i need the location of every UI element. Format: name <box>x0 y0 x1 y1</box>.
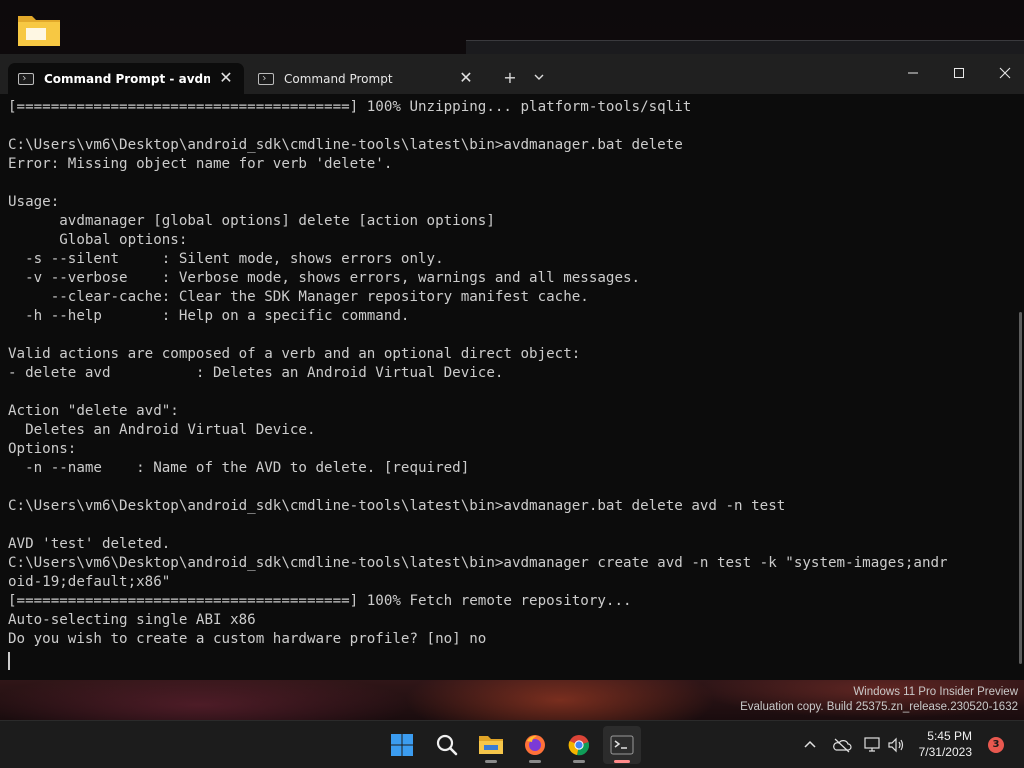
maximize-icon <box>954 68 964 78</box>
console-line: Deletes an Android Virtual Device. <box>8 422 316 438</box>
console-line: AVD 'test' deleted. <box>8 536 171 552</box>
terminal-window[interactable]: Command Prompt - avdmana ✕ Command Promp… <box>0 54 1024 680</box>
console-line: C:\Users\vm6\Desktop\android_sdk\cmdline… <box>8 137 683 153</box>
volume-icon[interactable] <box>886 735 906 755</box>
console-line: [=======================================… <box>8 593 632 609</box>
console-line: Global options: <box>8 232 188 248</box>
text-cursor <box>8 652 10 670</box>
tab-command-prompt[interactable]: Command Prompt ✕ <box>248 63 484 94</box>
close-window-button[interactable] <box>982 58 1024 88</box>
notification-badge[interactable]: 3 <box>988 737 1004 753</box>
onedrive-icon[interactable] <box>832 735 852 755</box>
console-output[interactable]: [=======================================… <box>8 98 1008 678</box>
console-line: Usage: <box>8 194 60 210</box>
console-line: C:\Users\vm6\Desktop\android_sdk\cmdline… <box>8 498 786 514</box>
tab-dropdown-button[interactable] <box>525 66 553 90</box>
console-line: -s --silent : Silent mode, shows errors … <box>8 251 444 267</box>
console-line: --clear-cache: Clear the SDK Manager rep… <box>8 289 589 305</box>
minimize-icon <box>908 72 918 74</box>
console-line: Do you wish to create a custom hardware … <box>8 631 487 647</box>
firefox-icon <box>525 735 545 755</box>
folder-icon[interactable] <box>16 10 62 50</box>
console-line: avdmanager [global options] delete [acti… <box>8 213 495 229</box>
search-button[interactable] <box>428 726 466 764</box>
close-icon <box>999 67 1011 79</box>
console-line: Options: <box>8 441 77 457</box>
console-line: -h --help : Help on a specific command. <box>8 308 410 324</box>
scrollbar[interactable] <box>1019 312 1022 664</box>
console-line: Auto-selecting single ABI x86 <box>8 612 256 628</box>
console-line: oid-19;default;x86" <box>8 574 171 590</box>
firefox-button[interactable] <box>516 726 554 764</box>
tab-label: Command Prompt - avdmana <box>44 71 210 86</box>
background-window-edge <box>466 40 1024 55</box>
clock[interactable]: 5:45 PM 7/31/2023 <box>919 728 972 760</box>
running-indicator <box>485 760 497 763</box>
watermark-line-2: Evaluation copy. Build 25375.zn_release.… <box>740 701 1018 713</box>
title-bar[interactable]: Command Prompt - avdmana ✕ Command Promp… <box>0 54 1024 94</box>
chevron-up-icon <box>804 740 816 748</box>
console-line: C:\Users\vm6\Desktop\android_sdk\cmdline… <box>8 555 948 571</box>
show-hidden-icons-button[interactable] <box>800 735 820 755</box>
network-icon[interactable] <box>863 735 883 755</box>
active-indicator <box>614 760 630 763</box>
console-line: Action "delete avd": <box>8 403 179 419</box>
command-prompt-icon <box>18 72 34 85</box>
console-line: Valid actions are composed of a verb and… <box>8 346 581 362</box>
console-line: Error: Missing object name for verb 'del… <box>8 156 393 172</box>
watermark-line-1: Windows 11 Pro Insider Preview <box>853 686 1018 698</box>
start-icon <box>391 734 413 756</box>
tab-label: Command Prompt <box>284 71 393 86</box>
terminal-icon <box>610 735 634 755</box>
clock-time: 5:45 PM <box>927 729 972 743</box>
console-line: - delete avd : Deletes an Android Virtua… <box>8 365 504 381</box>
running-indicator <box>573 760 585 763</box>
file-explorer-icon <box>479 736 503 754</box>
command-prompt-icon <box>258 72 274 85</box>
maximize-button[interactable] <box>936 58 982 88</box>
file-explorer-button[interactable] <box>472 726 510 764</box>
minimize-button[interactable] <box>890 58 936 88</box>
console-line: [=======================================… <box>8 99 692 115</box>
chevron-down-icon <box>534 74 544 80</box>
chrome-button[interactable] <box>560 726 598 764</box>
tab-command-prompt-avdmanager[interactable]: Command Prompt - avdmana ✕ <box>8 63 244 94</box>
running-indicator <box>529 760 541 763</box>
new-tab-button[interactable]: + <box>496 66 524 90</box>
clock-date: 7/31/2023 <box>918 745 972 759</box>
taskbar: 5:45 PM 7/31/2023 3 <box>0 720 1024 768</box>
chrome-icon <box>568 735 590 756</box>
close-tab-icon[interactable]: ✕ <box>218 70 234 86</box>
close-tab-icon[interactable]: ✕ <box>458 70 474 86</box>
terminal-button[interactable] <box>603 726 641 764</box>
windows-watermark: Windows 11 Pro Insider Preview Evaluatio… <box>740 685 1018 715</box>
console-line: -n --name : Name of the AVD to delete. [… <box>8 460 470 476</box>
console-line: -v --verbose : Verbose mode, shows error… <box>8 270 641 286</box>
search-icon <box>436 734 458 756</box>
start-button[interactable] <box>383 726 421 764</box>
